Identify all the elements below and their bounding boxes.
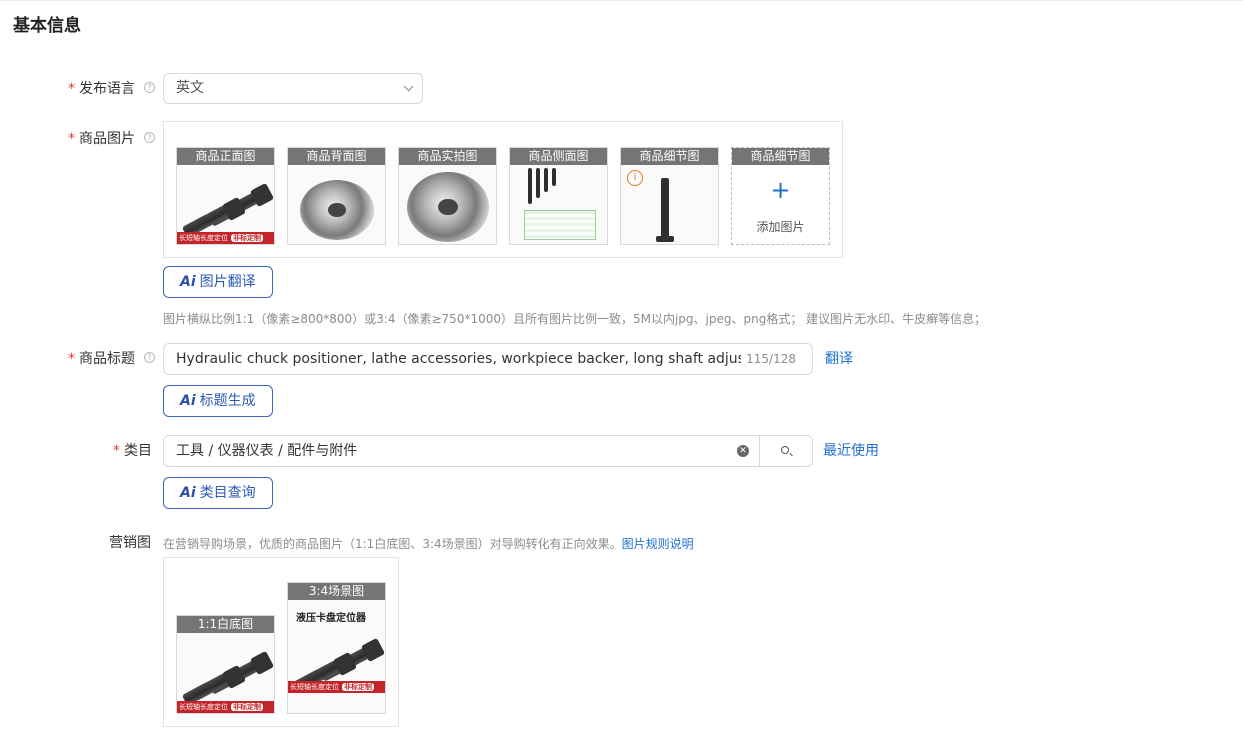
product-images-label: * 商品图片 (68, 131, 135, 147)
product-image-side[interactable]: 商品侧面图 (509, 147, 608, 245)
image-caption: 商品细节图 (732, 148, 829, 165)
product-title-value: Hydraulic chuck positioner, lathe access… (176, 351, 741, 367)
category-value: 工具 / 仪器仪表 / 配件与附件 (176, 443, 358, 459)
image-caption: 3:4场景图 (288, 583, 385, 600)
ai-icon: Ai (180, 274, 196, 290)
category-label: * 类目 (113, 443, 152, 459)
help-icon[interactable]: ? (144, 82, 155, 93)
search-icon (781, 446, 789, 454)
recent-used-link[interactable]: 最近使用 (823, 440, 879, 460)
title-generate-button[interactable]: Ai 标题生成 (163, 385, 273, 417)
product-banner: 长短轴长度定位 非标定制 (177, 701, 274, 713)
image-caption: 商品正面图 (177, 148, 274, 165)
marketing-description: 在营销导购场景，优质的商品图片（1:1白底图、3:4场景图）对导购转化有正向效果… (163, 537, 694, 551)
ai-icon: Ai (180, 485, 196, 501)
ai-icon: Ai (180, 393, 196, 409)
section-title: 基本信息 (13, 16, 81, 36)
language-select[interactable]: 英文 (163, 73, 423, 104)
chevron-down-icon (403, 81, 414, 92)
marketing-image-square[interactable]: 1:1白底图 长短轴长度定位 非标定制 (176, 615, 275, 714)
marketing-images-panel: 1:1白底图 长短轴长度定位 非标定制 3:4场景图 液压卡盘定位器 长短轴长度定… (163, 557, 399, 727)
marketing-image-scene[interactable]: 3:4场景图 液压卡盘定位器 长短轴长度定位 非标定制 (287, 582, 386, 714)
product-image-back[interactable]: 商品背面图 (287, 147, 386, 245)
category-input[interactable]: 工具 / 仪器仪表 / 配件与附件 ✕ (163, 435, 760, 467)
product-images-panel: 商品正面图 长短轴长度定位 非标定制 商品背面图 商品实拍图 商品侧面图 商品细节… (163, 121, 843, 258)
image-caption: 商品细节图 (621, 148, 718, 165)
top-divider (0, 0, 1243, 1)
image-translate-button[interactable]: Ai 图片翻译 (163, 266, 273, 298)
scene-subtitle: 液压卡盘定位器 (296, 613, 366, 624)
image-caption: 商品侧面图 (510, 148, 607, 165)
help-icon[interactable]: ? (144, 132, 155, 143)
add-image-button[interactable]: 商品细节图 + 添加图片 (731, 147, 830, 245)
image-caption: 商品背面图 (288, 148, 385, 165)
product-title-input[interactable]: Hydraulic chuck positioner, lathe access… (163, 343, 813, 375)
translate-link[interactable]: 翻译 (825, 348, 853, 368)
product-title-label: * 商品标题 (68, 351, 135, 367)
add-image-label: 添加图片 (756, 220, 805, 234)
product-image-front[interactable]: 商品正面图 长短轴长度定位 非标定制 (176, 147, 275, 245)
category-search-button[interactable] (759, 435, 813, 467)
image-hint: 图片横纵比例1:1（像素≥800*800）或3:4（像素≥750*1000）且所… (163, 312, 987, 326)
product-banner: 长短轴长度定位 非标定制 (177, 232, 274, 244)
char-count: 115/128 (746, 352, 796, 366)
language-label: * 发布语言 (68, 81, 135, 97)
image-rules-link[interactable]: 图片规则说明 (622, 537, 694, 551)
image-caption: 1:1白底图 (177, 616, 274, 633)
product-image-photo[interactable]: 商品实拍图 (398, 147, 497, 245)
product-image-detail[interactable]: 商品细节图 i (620, 147, 719, 245)
image-caption: 商品实拍图 (399, 148, 496, 165)
warning-icon: i (627, 170, 643, 186)
clear-icon[interactable]: ✕ (737, 445, 749, 457)
help-icon[interactable]: ? (144, 352, 155, 363)
language-selected-value: 英文 (176, 80, 204, 96)
category-query-button[interactable]: Ai 类目查询 (163, 477, 273, 509)
plus-icon: + (770, 176, 791, 204)
marketing-label: 营销图 (109, 535, 151, 551)
product-banner: 长短轴长度定位 非标定制 (288, 681, 385, 693)
